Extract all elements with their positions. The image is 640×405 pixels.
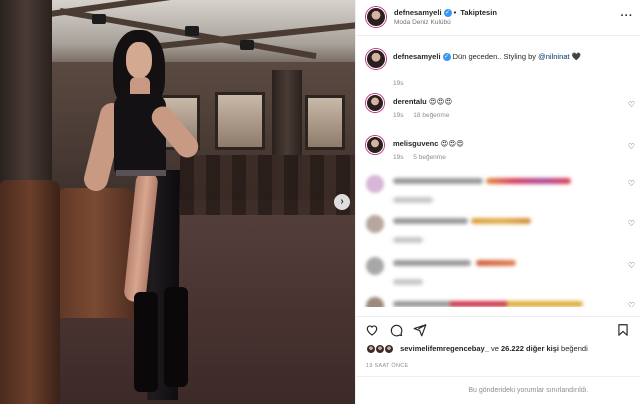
photo-window xyxy=(215,92,265,150)
liker-avatars xyxy=(366,344,398,355)
caption-mention-link[interactable]: @nilninat xyxy=(538,52,569,61)
comment-likes[interactable]: 18 beğenme xyxy=(413,112,449,119)
comment-meta: 19s 5 beğenme xyxy=(393,154,454,161)
likes-suffix: beğendi xyxy=(558,344,588,353)
post-timestamp[interactable]: 19 SAAT ÖNCE xyxy=(366,363,409,369)
comment-icon[interactable] xyxy=(389,323,403,337)
liker-avatar xyxy=(384,344,394,355)
post-side-panel: defnesamyeli ✓ • Takiptesin Moda Deniz Ku… xyxy=(355,0,640,404)
heart-icon[interactable]: ♡ xyxy=(628,219,635,228)
verified-icon: ✓ xyxy=(443,9,452,18)
comment-text: derentalu 😍😍😍 xyxy=(393,97,618,106)
post-header: defnesamyeli ✓ • Takiptesin Moda Deniz Ku… xyxy=(356,0,640,36)
heart-icon[interactable]: ♡ xyxy=(628,261,635,270)
share-icon[interactable] xyxy=(413,323,427,337)
caption-body: Dün geceden.. Styling by xyxy=(452,52,539,61)
caption-time[interactable]: 19s xyxy=(393,80,403,87)
caption-meta: 19s xyxy=(393,80,411,87)
photo-pillar xyxy=(0,0,52,190)
subject-boot xyxy=(164,287,188,387)
blurred-emoji xyxy=(486,178,571,184)
comment-meta: 19s 18 beğenme xyxy=(393,112,457,119)
blurred-meta xyxy=(393,279,423,285)
comment-item: derentalu 😍😍😍 19s 18 beğenme ♡ xyxy=(356,92,640,130)
blurred-text xyxy=(393,178,483,184)
instagram-post: › defnesamyeli ✓ • Takiptesin Moda Deniz … xyxy=(0,0,640,404)
post-caption: defnesamyeli ✓ Dün geceden.. Styling by @… xyxy=(356,47,640,87)
verified-icon: ✓ xyxy=(442,53,451,62)
blurred-comment: ♡ xyxy=(356,215,640,255)
blurred-avatar xyxy=(366,215,384,233)
comment-username[interactable]: melisguvenc xyxy=(393,139,438,148)
heart-icon[interactable]: ♡ xyxy=(628,100,635,109)
author-avatar[interactable] xyxy=(366,7,386,27)
blurred-text xyxy=(393,218,468,224)
photo-lamp xyxy=(240,40,254,50)
comment-likes[interactable]: 5 beğenme xyxy=(413,154,446,161)
blurred-avatar xyxy=(366,297,384,307)
comments-limited-notice: Bu gönderideki yorumlar sınırlandırıldı. xyxy=(356,376,640,404)
post-location[interactable]: Moda Deniz Kulübü xyxy=(394,19,451,26)
likes-connector: ve xyxy=(488,344,501,353)
commenter-avatar[interactable] xyxy=(366,136,384,154)
bookmark-icon[interactable] xyxy=(616,323,630,337)
blurred-comment: ♡ xyxy=(356,175,640,215)
chevron-right-icon[interactable]: › xyxy=(334,194,350,210)
more-options-icon[interactable]: ··· xyxy=(621,10,634,22)
heart-icon[interactable] xyxy=(365,323,379,337)
likes-count-link[interactable]: 26.222 diğer kişi xyxy=(501,344,559,353)
liker-username[interactable]: sevimelifemregencebay_ xyxy=(400,344,489,353)
blurred-text xyxy=(393,301,583,307)
subject-face xyxy=(126,42,152,78)
blurred-comment: ♡ xyxy=(356,297,640,307)
caption-text: defnesamyeli ✓ Dün geceden.. Styling by @… xyxy=(393,52,618,62)
blurred-meta xyxy=(393,197,433,203)
armchair-back xyxy=(0,180,60,404)
caption-emoji: 🖤 xyxy=(571,52,581,61)
comment-item: melisguvenc 😍😍😍 19s 5 beğenme ♡ xyxy=(356,134,640,172)
photo-window xyxy=(305,95,345,150)
comment-body: 😍😍😍 xyxy=(428,97,453,106)
photo-chairs xyxy=(180,155,355,215)
comment-body: 😍😍😍 xyxy=(440,139,464,148)
subject-belt xyxy=(116,170,166,176)
blurred-emoji xyxy=(476,260,516,266)
subject-boot xyxy=(134,292,158,392)
blurred-meta xyxy=(393,237,423,243)
heart-icon[interactable]: ♡ xyxy=(628,179,635,188)
follow-status-button[interactable]: Takiptesin xyxy=(460,8,497,17)
photo-subject xyxy=(78,22,203,402)
heart-icon[interactable]: ♡ xyxy=(628,142,635,151)
comment-username[interactable]: derentalu xyxy=(393,97,427,106)
author-line: defnesamyeli ✓ • Takiptesin xyxy=(394,8,497,18)
comment-text: melisguvenc 😍😍😍 xyxy=(393,139,618,148)
comment-time[interactable]: 19s xyxy=(393,112,403,119)
blurred-avatar xyxy=(366,175,384,193)
caption-avatar[interactable] xyxy=(366,49,386,69)
comments-list[interactable]: defnesamyeli ✓ Dün geceden.. Styling by @… xyxy=(356,37,640,307)
post-actions xyxy=(356,316,640,340)
blurred-text xyxy=(393,260,471,266)
blurred-emoji xyxy=(471,218,531,224)
header-separator: • xyxy=(453,8,457,17)
heart-icon[interactable]: ♡ xyxy=(628,301,635,307)
blurred-avatar xyxy=(366,257,384,275)
author-username[interactable]: defnesamyeli xyxy=(394,8,442,17)
commenter-avatar[interactable] xyxy=(366,94,384,112)
blurred-comment: ♡ xyxy=(356,257,640,297)
comment-time[interactable]: 19s xyxy=(393,154,403,161)
caption-username[interactable]: defnesamyeli xyxy=(393,52,441,61)
post-photo[interactable]: › xyxy=(0,0,355,404)
likes-summary: sevimelifemregencebay_ ve 26.222 diğer k… xyxy=(366,344,636,356)
